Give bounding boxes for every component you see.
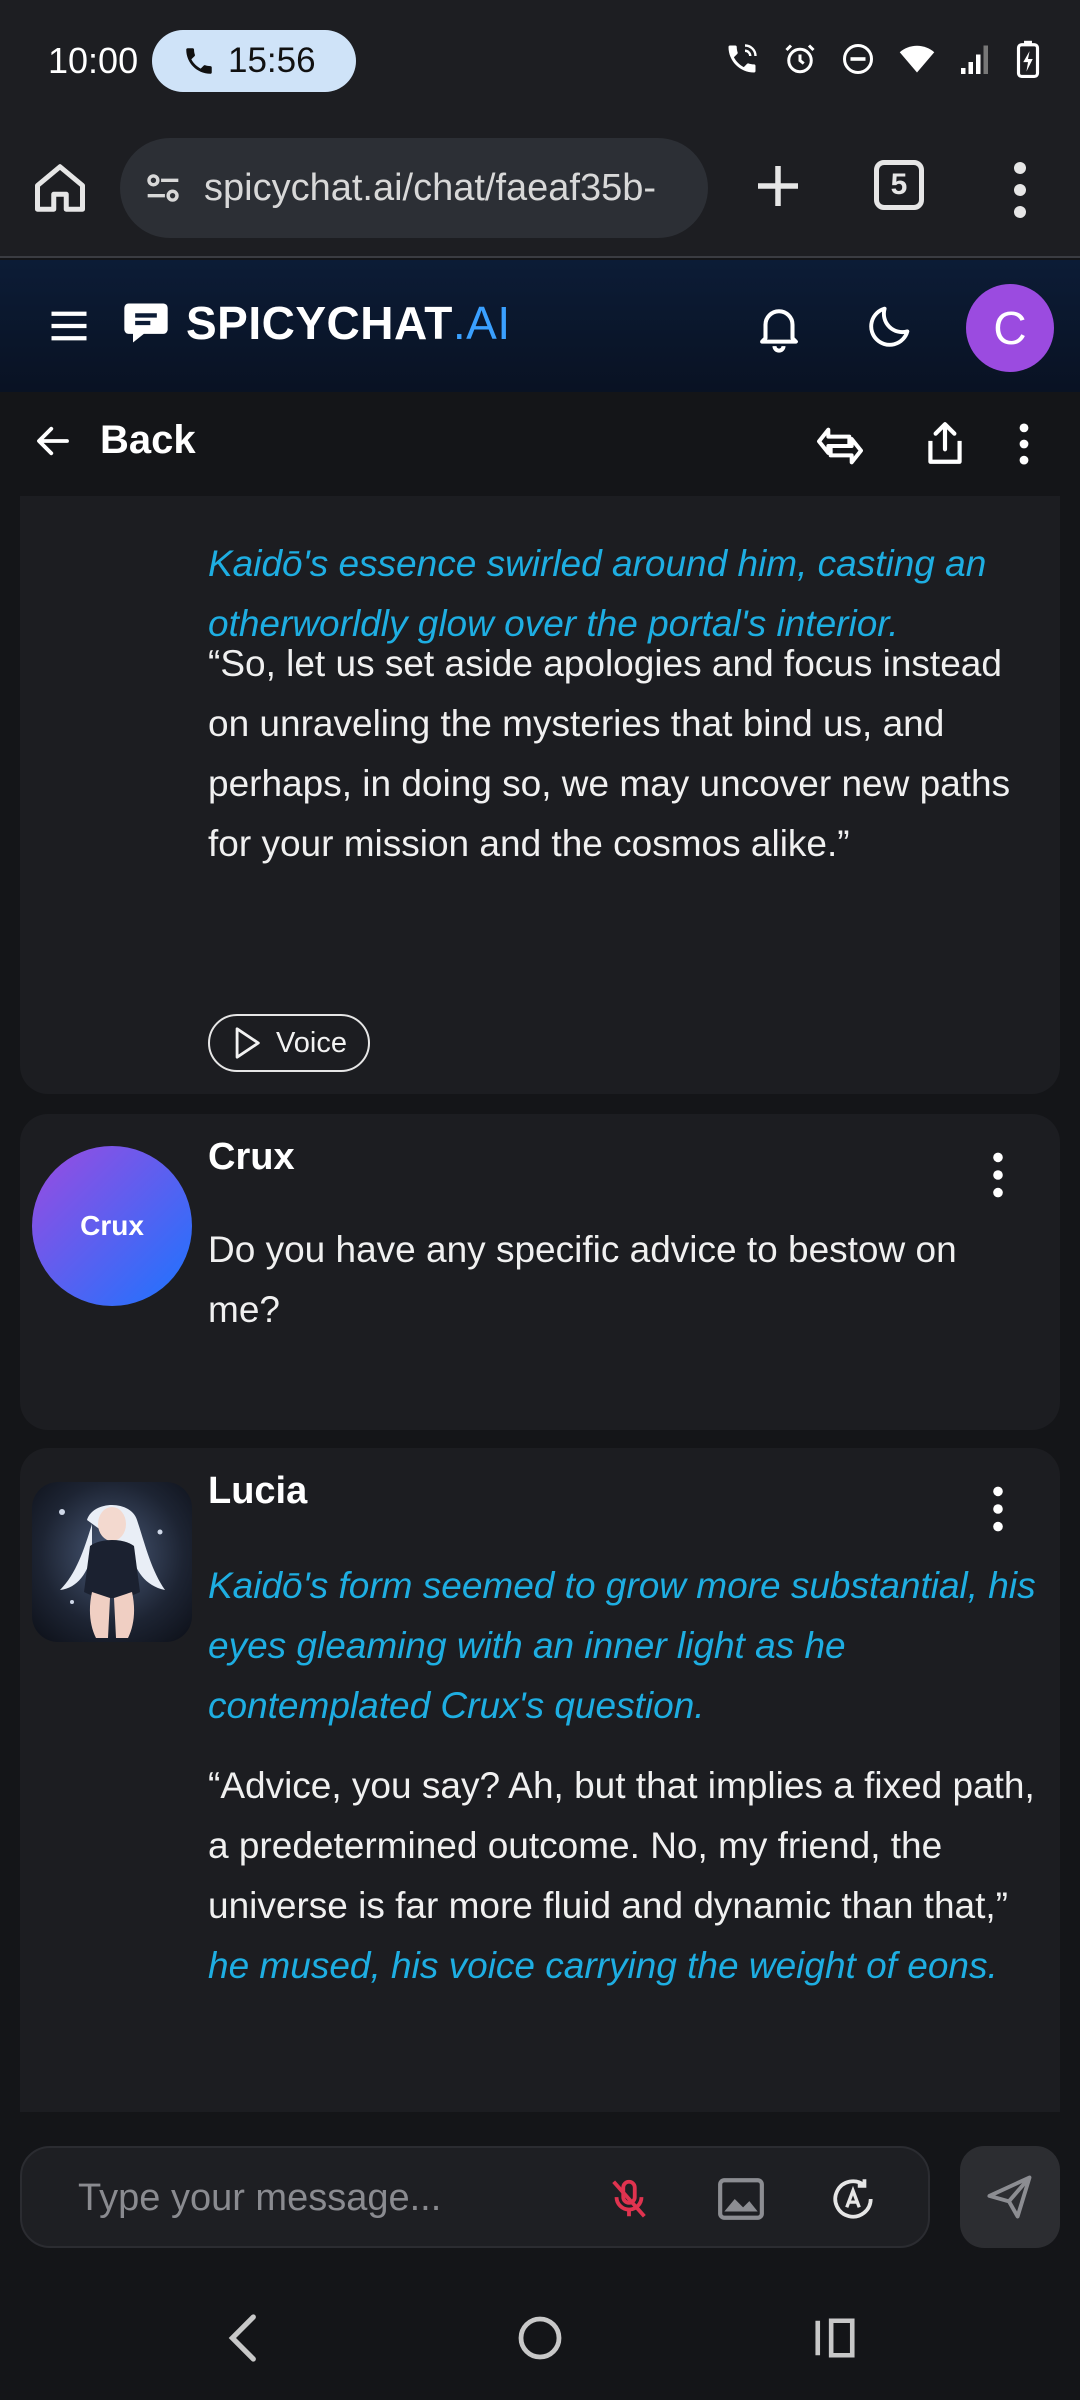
mic-off-icon[interactable] bbox=[606, 2176, 652, 2222]
message-dialogue: “Advice, you say? Ah, but that implies a… bbox=[208, 1765, 1035, 1926]
message-dialogue-block: “Advice, you say? Ah, but that implies a… bbox=[208, 1756, 1038, 1996]
logo-text: SPICYCHAT bbox=[186, 297, 453, 349]
send-icon bbox=[987, 2175, 1032, 2219]
status-bar: 10:00 15:56 bbox=[0, 0, 1080, 124]
nav-home-icon[interactable] bbox=[516, 2310, 564, 2366]
voice-play-button[interactable]: Voice bbox=[208, 1014, 370, 1072]
chat-messages[interactable]: Kaidō's essence swirled around him, cast… bbox=[0, 496, 1080, 2112]
chat-toolbar: Back bbox=[0, 392, 1080, 496]
avatar[interactable]: Crux bbox=[32, 1146, 192, 1306]
alarm-icon bbox=[785, 44, 815, 74]
status-icons bbox=[724, 40, 1040, 78]
ongoing-call-chip[interactable]: 15:56 bbox=[152, 30, 356, 92]
notifications-bell-icon[interactable] bbox=[752, 300, 806, 354]
logo-suffix: .AI bbox=[452, 297, 511, 349]
new-tab-icon[interactable] bbox=[748, 156, 808, 216]
site-settings-icon[interactable] bbox=[140, 165, 186, 211]
send-button[interactable] bbox=[960, 2146, 1060, 2248]
wifi-icon bbox=[899, 45, 935, 73]
sender-name: Lucia bbox=[208, 1470, 308, 1512]
home-icon[interactable] bbox=[30, 158, 90, 218]
nav-recent-apps-icon[interactable] bbox=[812, 2310, 858, 2366]
back-label: Back bbox=[100, 418, 196, 462]
wifi-calling-icon bbox=[728, 44, 757, 73]
character-portrait-image bbox=[59, 1505, 165, 1638]
share-icon[interactable] bbox=[920, 416, 970, 470]
message-dialogue: “So, let us set aside apologies and focu… bbox=[208, 643, 1011, 864]
message-card: Kaidō's essence swirled around him, cast… bbox=[20, 496, 1060, 1094]
message-input[interactable] bbox=[78, 2170, 558, 2226]
spicychat-logo[interactable]: SPICYCHAT.AI bbox=[120, 296, 511, 350]
signal-icon bbox=[961, 45, 988, 74]
status-time: 10:00 bbox=[48, 40, 139, 81]
message-menu-icon[interactable] bbox=[990, 1150, 1006, 1200]
message-menu-icon[interactable] bbox=[990, 1484, 1006, 1534]
message-narration: Kaidō's form seemed to grow more substan… bbox=[208, 1565, 1036, 1726]
image-upload-icon[interactable] bbox=[716, 2176, 766, 2222]
auto-mode-icon[interactable] bbox=[828, 2174, 878, 2224]
hamburger-menu-icon[interactable] bbox=[48, 308, 90, 344]
system-navigation-bar bbox=[0, 2280, 1080, 2400]
message-narration-tail: he mused, his voice carrying the weight … bbox=[208, 1945, 998, 1986]
more-options-icon[interactable] bbox=[1012, 422, 1036, 466]
browser-menu-icon[interactable] bbox=[1000, 160, 1040, 220]
swap-chat-icon[interactable] bbox=[812, 418, 868, 474]
back-button[interactable]: Back bbox=[32, 418, 196, 463]
address-bar[interactable]: spicychat.ai/chat/faeaf35b- bbox=[120, 138, 708, 238]
voice-label: Voice bbox=[276, 1026, 347, 1059]
phone-icon bbox=[186, 48, 212, 74]
do-not-disturb-icon bbox=[843, 44, 873, 74]
message-card: Crux Crux Do you have any specific advic… bbox=[20, 1114, 1060, 1430]
browser-toolbar: spicychat.ai/chat/faeaf35b- 5 bbox=[0, 124, 1080, 258]
sender-name: Crux bbox=[208, 1136, 295, 1178]
url-text: spicychat.ai/chat/faeaf35b- bbox=[204, 166, 657, 209]
message-card: Lucia Kaidō's form seemed to grow more s… bbox=[20, 1448, 1060, 2112]
composer-box bbox=[20, 2146, 930, 2248]
user-avatar[interactable]: C bbox=[966, 284, 1054, 372]
call-timer: 15:56 bbox=[228, 41, 316, 80]
composer bbox=[0, 2112, 1080, 2280]
chat-bubble-logo-icon bbox=[124, 303, 168, 343]
dark-mode-moon-icon[interactable] bbox=[864, 300, 916, 352]
arrow-left-icon bbox=[37, 426, 69, 455]
tab-switcher-button[interactable]: 5 bbox=[874, 160, 924, 210]
message-text: Do you have any specific advice to besto… bbox=[208, 1229, 957, 1330]
play-icon bbox=[235, 1027, 260, 1059]
avatar[interactable] bbox=[32, 1482, 192, 1642]
nav-back-icon[interactable] bbox=[222, 2310, 266, 2366]
battery-charging-icon bbox=[1016, 40, 1040, 78]
app-header: SPICYCHAT.AI C bbox=[0, 260, 1080, 392]
